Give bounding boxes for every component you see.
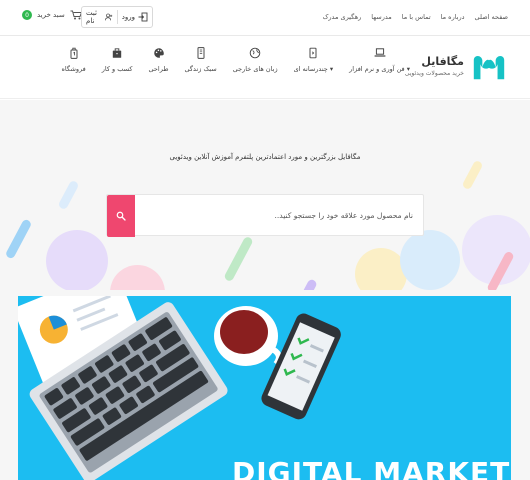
nav-multimedia[interactable]: ▾ چندرسانه ای bbox=[293, 47, 334, 73]
auth-box: ثبت نام ورود bbox=[81, 6, 153, 28]
banner-title: DIGITAL MARKETING bbox=[232, 456, 511, 480]
search-box bbox=[106, 194, 424, 237]
search-input[interactable] bbox=[135, 195, 423, 235]
hero-tagline: مگافایل بزرگترین و مورد اعتمادترین پلتفر… bbox=[169, 153, 361, 161]
login-label: ورود bbox=[121, 13, 135, 21]
palette-icon bbox=[153, 48, 164, 58]
nav-technology[interactable]: ▾ فن آوری و نرم افزار bbox=[349, 47, 410, 73]
login-icon bbox=[138, 12, 148, 22]
logo-icon bbox=[473, 56, 505, 80]
search-icon bbox=[116, 211, 126, 221]
nav-multimedia-label: چندرسانه ای bbox=[293, 65, 328, 73]
link-contact[interactable]: تماس با ما bbox=[402, 13, 431, 21]
decor-stroke-green bbox=[223, 235, 254, 283]
decor-stroke-violet bbox=[291, 278, 318, 290]
site-logo[interactable]: مگافایل خرید محصولات ویدئویی bbox=[405, 47, 508, 85]
decor-stroke-blue bbox=[4, 218, 33, 260]
nav-technology-label: فن آوری و نرم افزار bbox=[349, 65, 405, 73]
cart-label: سبد خرید bbox=[37, 11, 65, 19]
nav-store-label: فروشگاه bbox=[61, 65, 86, 73]
decor-stroke-yellow bbox=[461, 159, 484, 191]
promo-banner[interactable]: DIGITAL MARKETING bbox=[18, 296, 511, 480]
nav-store[interactable]: فروشگاه bbox=[61, 47, 86, 73]
phone-icon bbox=[197, 47, 205, 59]
media-icon bbox=[309, 47, 317, 59]
decor-stroke-lightblue bbox=[57, 179, 80, 211]
link-teachers[interactable]: مدرسها bbox=[371, 13, 391, 21]
chevron-down-icon: ▾ bbox=[406, 65, 410, 73]
nav-business-label: کسب و کار bbox=[101, 65, 133, 73]
chevron-down-icon: ▾ bbox=[329, 65, 334, 73]
banner-section: DIGITAL MARKETING bbox=[0, 290, 530, 480]
decor-blob-pink bbox=[110, 265, 165, 290]
login-button[interactable]: ورود bbox=[118, 7, 152, 27]
store-icon bbox=[70, 47, 78, 59]
nav-lifestyle-label: سبک زندگی bbox=[184, 65, 217, 73]
register-button[interactable]: ثبت نام bbox=[82, 7, 117, 27]
main-nav: ▾ فن آوری و نرم افزار ▾ چندرسانه ای زبان… bbox=[61, 47, 410, 73]
site-header: مگافایل خرید محصولات ویدئویی ▾ فن آوری و… bbox=[0, 37, 530, 99]
cart-count-badge: 0 bbox=[22, 10, 32, 20]
decor-blob-purple bbox=[46, 230, 108, 290]
link-home[interactable]: صفحه اصلی bbox=[475, 13, 508, 21]
decor-blob-blue bbox=[400, 230, 460, 290]
register-label: ثبت نام bbox=[86, 9, 97, 25]
nav-design-label: طراحی bbox=[148, 65, 169, 73]
nav-lifestyle[interactable]: سبک زندگی bbox=[185, 47, 217, 73]
nav-languages[interactable]: زبان های خارجی bbox=[233, 47, 278, 73]
nav-design[interactable]: طراحی bbox=[149, 47, 169, 73]
decor-blob-yellow bbox=[355, 248, 407, 290]
globe-icon bbox=[249, 47, 261, 59]
briefcase-icon bbox=[112, 48, 122, 58]
link-certificate-tracking[interactable]: رهگیری مدرک bbox=[323, 13, 362, 21]
banner-illustration bbox=[18, 296, 341, 480]
link-about[interactable]: درباره ما bbox=[441, 13, 465, 21]
laptop-icon bbox=[374, 48, 385, 57]
nav-languages-label: زبان های خارجی bbox=[232, 65, 278, 73]
brand-subtitle: خرید محصولات ویدئویی bbox=[404, 70, 464, 77]
cart-icon bbox=[70, 10, 82, 20]
top-bar: 0 سبد خرید ثبت نام ورود صفحه اصلی درباره bbox=[0, 0, 530, 36]
nav-business[interactable]: کسب و کار bbox=[102, 47, 133, 73]
cart-button[interactable]: 0 سبد خرید bbox=[22, 10, 82, 20]
brand-name: مگافایل bbox=[421, 55, 464, 68]
hero-section: مگافایل بزرگترین و مورد اعتمادترین پلتفر… bbox=[0, 100, 530, 290]
search-button[interactable] bbox=[107, 195, 135, 237]
top-links: صفحه اصلی درباره ما تماس با ما مدرسها ره… bbox=[323, 13, 508, 21]
user-add-icon bbox=[105, 13, 113, 21]
